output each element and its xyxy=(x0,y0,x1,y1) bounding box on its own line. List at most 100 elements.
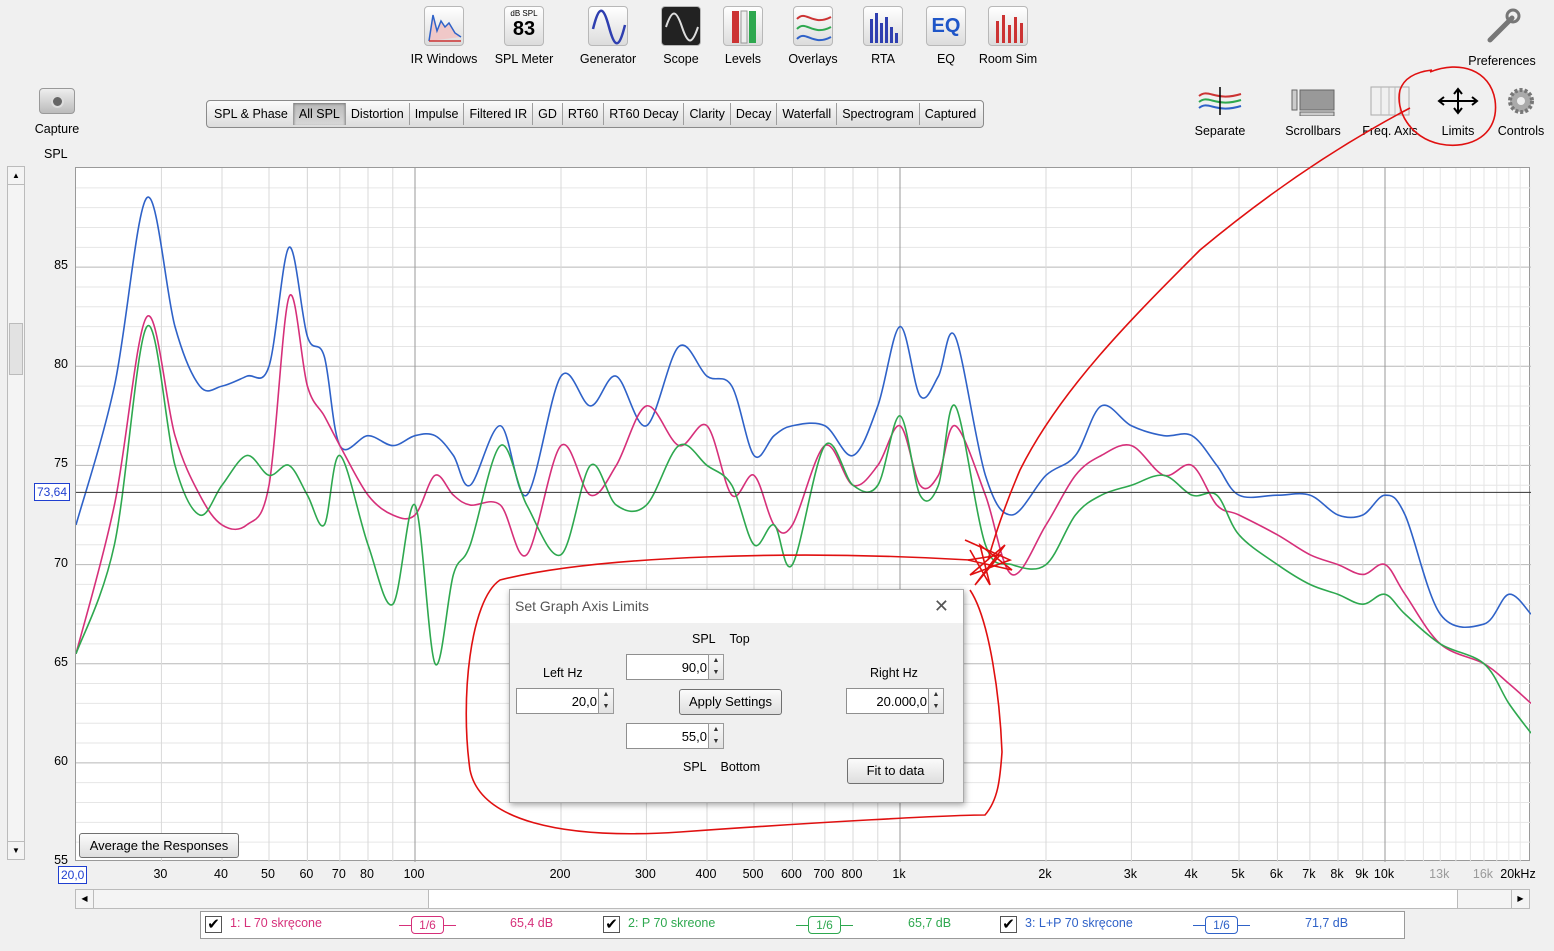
legend-name-3: 3: L+P 70 skręcone xyxy=(1025,916,1133,930)
tab-gd[interactable]: GD xyxy=(533,103,563,125)
x-tick-label: 70 xyxy=(331,867,346,881)
scrollbars-button[interactable]: Scrollbars xyxy=(1273,86,1353,138)
top-spl-field[interactable] xyxy=(626,654,712,680)
camera-icon xyxy=(39,88,75,114)
ir-windows-icon xyxy=(424,6,464,46)
legend-name-1: 1: L 70 skręcone xyxy=(230,916,322,930)
x-tick-label: 6k xyxy=(1269,867,1283,881)
overlays-button[interactable]: Overlays xyxy=(773,6,853,66)
tab-rt60[interactable]: RT60 xyxy=(563,103,605,125)
bottom-spl-stepper[interactable]: ▲ ▼ xyxy=(708,723,724,749)
dialog-title: Set Graph Axis Limits xyxy=(510,590,963,623)
x-tick-label: 100 xyxy=(403,867,425,881)
tab-spectrogram[interactable]: Spectrogram xyxy=(837,103,920,125)
bottom-spl-input[interactable] xyxy=(627,724,711,748)
legend-name-2: 2: P 70 skreone xyxy=(628,916,716,930)
legend-checkbox-2[interactable]: ✔ xyxy=(603,916,620,933)
legend-checkbox-1[interactable]: ✔ xyxy=(205,916,222,933)
scrollbars-icon xyxy=(1290,86,1336,117)
tab-clarity[interactable]: Clarity xyxy=(684,103,731,125)
x-tick-label: 8k xyxy=(1330,867,1344,881)
left-hz-field[interactable] xyxy=(516,688,602,714)
limits-arrows-icon xyxy=(1435,86,1481,116)
preferences-button[interactable]: Preferences xyxy=(1462,6,1542,68)
scroll-left-icon[interactable]: ◀ xyxy=(76,890,94,908)
x-tick-label: 80 xyxy=(360,867,374,881)
vertical-scrollbar[interactable]: ▲ ▼ xyxy=(7,166,25,860)
tab-all-spl[interactable]: All SPL xyxy=(293,103,346,125)
x-tick-label: 400 xyxy=(695,867,717,881)
legend-smoothing-1[interactable]: 1/6 xyxy=(399,916,456,934)
y-tick-label: 85 xyxy=(54,258,68,273)
room-sim-icon xyxy=(988,6,1028,46)
left-hz-input[interactable] xyxy=(517,689,601,713)
x-tick-label: 300 xyxy=(634,867,656,881)
legend-bar: ✔ 1: L 70 skręcone 1/6 65,4 dB ✔ 2: P 70… xyxy=(200,911,1405,939)
separate-button[interactable]: Separate xyxy=(1180,86,1260,138)
tab-rt60-decay[interactable]: RT60 Decay xyxy=(604,103,685,125)
legend-smoothing-2[interactable]: 1/6 xyxy=(796,916,853,934)
x-tick-label: 800 xyxy=(841,867,863,881)
bottom-spl-field[interactable] xyxy=(626,723,712,749)
spl-top-label: SPL Top xyxy=(692,632,750,646)
spl-meter-icon: dB SPL 83 xyxy=(504,6,544,46)
tab-distortion[interactable]: Distortion xyxy=(346,103,410,125)
levels-button[interactable]: Levels xyxy=(703,6,783,66)
axis-limits-dialog: Set Graph Axis Limits ✕ SPL Top Left Hz … xyxy=(509,589,964,803)
tab-captured[interactable]: Captured xyxy=(920,103,981,125)
x-tick-label: 13k xyxy=(1429,867,1450,881)
horizontal-scroll-thumb[interactable] xyxy=(428,890,1458,908)
y-tick-label: 65 xyxy=(54,654,68,669)
right-hz-stepper[interactable]: ▲ ▼ xyxy=(928,688,944,714)
close-icon[interactable]: ✕ xyxy=(934,596,949,617)
capture-button[interactable]: Capture xyxy=(26,88,88,136)
tab-impulse[interactable]: Impulse xyxy=(410,103,465,125)
x-tick-label: 200 xyxy=(549,867,571,881)
ir-windows-button[interactable]: IR Windows xyxy=(404,6,484,66)
right-hz-input[interactable] xyxy=(847,689,931,713)
legend-level-3: 71,7 dB xyxy=(1305,916,1349,930)
levels-icon xyxy=(723,6,763,46)
fit-to-data-button[interactable]: Fit to data xyxy=(847,758,944,784)
top-spl-stepper[interactable]: ▲ ▼ xyxy=(708,654,724,680)
horizontal-scrollbar[interactable]: ◀ ▶ xyxy=(75,889,1530,909)
overlays-icon xyxy=(793,6,833,46)
tab-decay[interactable]: Decay xyxy=(731,103,778,125)
scroll-down-icon[interactable]: ▼ xyxy=(8,841,24,859)
spl-meter-button[interactable]: dB SPL 83 SPL Meter xyxy=(484,6,564,66)
freq-axis-icon xyxy=(1367,86,1413,116)
eq-icon: EQ xyxy=(926,6,966,46)
y-tick-label: 80 xyxy=(54,357,68,372)
x-tick-label: 40 xyxy=(214,867,228,881)
x-tick-label: 10k xyxy=(1373,867,1395,881)
rta-icon xyxy=(863,6,903,46)
generator-button[interactable]: Generator xyxy=(568,6,648,66)
y-axis-label: SPL xyxy=(44,147,68,161)
scroll-right-icon[interactable]: ▶ xyxy=(1511,890,1529,908)
legend-smoothing-3[interactable]: 1/6 xyxy=(1193,916,1250,934)
scope-icon xyxy=(661,6,701,46)
graph-tabs: SPL & Phase All SPL Distortion Impulse Filte… xyxy=(206,100,985,128)
tab-waterfall[interactable]: Waterfall xyxy=(777,103,838,125)
top-spl-input[interactable] xyxy=(627,655,711,679)
vertical-scroll-thumb[interactable] xyxy=(9,323,23,375)
x-tick-label: 60 xyxy=(299,867,314,881)
y-tick-label: 55 xyxy=(54,853,68,867)
right-hz-field[interactable] xyxy=(846,688,932,714)
y-tick-label: 70 xyxy=(54,555,68,570)
room-sim-button[interactable]: Room Sim xyxy=(968,6,1048,66)
controls-button[interactable]: Controls xyxy=(1481,86,1554,138)
left-hz-stepper[interactable]: ▲ ▼ xyxy=(598,688,614,714)
wrench-icon xyxy=(1482,6,1522,46)
x-tick-label: 9k xyxy=(1355,867,1369,881)
x-tick-label: 600 xyxy=(780,867,802,881)
average-responses-button[interactable]: Average the Responses xyxy=(79,833,239,858)
y-tick-label: 60 xyxy=(54,753,68,768)
apply-settings-button[interactable]: Apply Settings xyxy=(679,689,782,715)
tab-spl-phase[interactable]: SPL & Phase xyxy=(209,103,294,125)
x-tick-label: 16k xyxy=(1472,867,1494,881)
scroll-up-icon[interactable]: ▲ xyxy=(8,167,24,185)
right-hz-label: Right Hz xyxy=(870,666,918,680)
tab-filtered-ir[interactable]: Filtered IR xyxy=(464,103,534,125)
legend-checkbox-3[interactable]: ✔ xyxy=(1000,916,1017,933)
